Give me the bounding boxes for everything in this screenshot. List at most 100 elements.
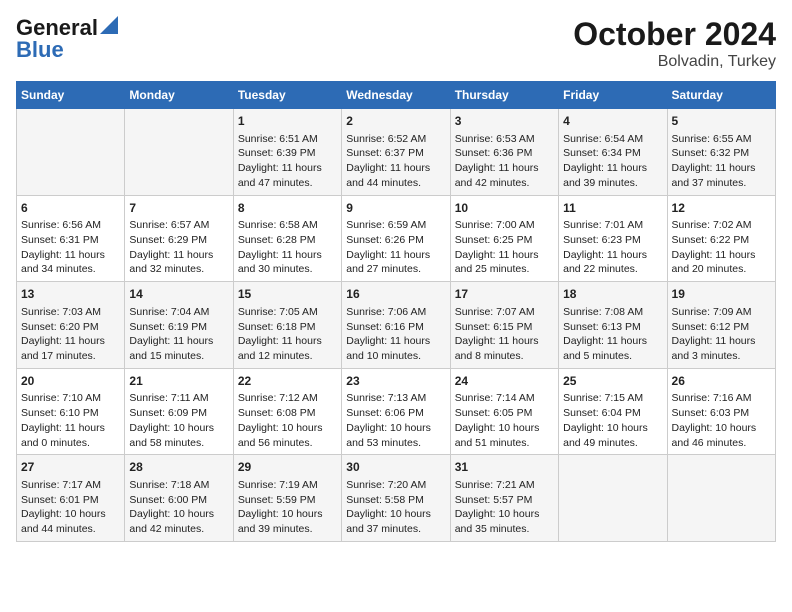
location-title: Bolvadin, Turkey (573, 53, 776, 71)
day-number: 22 (238, 373, 337, 390)
calendar-cell: 4 Sunrise: 6:54 AMSunset: 6:34 PMDaylight… (559, 109, 667, 196)
calendar-cell: 5 Sunrise: 6:55 AMSunset: 6:32 PMDaylight… (667, 109, 775, 196)
calendar-cell: 20Sunrise: 7:10 AMSunset: 6:10 PMDayligh… (17, 368, 125, 455)
header-saturday: Saturday (667, 82, 775, 109)
day-number: 5 (672, 113, 771, 130)
header-thursday: Thursday (450, 82, 558, 109)
calendar-week-row: 13Sunrise: 7:03 AMSunset: 6:20 PMDayligh… (17, 282, 776, 369)
calendar-cell: 12Sunrise: 7:02 AMSunset: 6:22 PMDayligh… (667, 195, 775, 282)
day-number: 7 (129, 200, 228, 217)
day-info: Sunrise: 7:16 AMSunset: 6:03 PMDaylight:… (672, 391, 771, 450)
day-info: Sunrise: 7:11 AMSunset: 6:09 PMDaylight:… (129, 391, 228, 450)
day-number: 2 (346, 113, 445, 130)
day-info: Sunrise: 6:56 AMSunset: 6:31 PMDaylight:… (21, 218, 120, 277)
day-info: Sunrise: 7:15 AMSunset: 6:04 PMDaylight:… (563, 391, 662, 450)
day-number: 19 (672, 286, 771, 303)
day-number: 23 (346, 373, 445, 390)
calendar-cell: 1Sunrise: 6:51 AMSunset: 6:39 PMDaylight… (233, 109, 341, 196)
calendar-cell: 30 Sunrise: 7:20 AMSunset: 5:58 PMDayligh… (342, 455, 450, 542)
day-info: Sunrise: 7:07 AMSunset: 6:15 PMDaylight:… (455, 305, 554, 364)
day-number: 13 (21, 286, 120, 303)
calendar-header: Sunday Monday Tuesday Wednesday Thursday… (17, 82, 776, 109)
calendar-week-row: 20Sunrise: 7:10 AMSunset: 6:10 PMDayligh… (17, 368, 776, 455)
title-block: October 2024 Bolvadin, Turkey (573, 16, 776, 71)
header-row: Sunday Monday Tuesday Wednesday Thursday… (17, 82, 776, 109)
calendar-cell: 3 Sunrise: 6:53 AMSunset: 6:36 PMDaylight… (450, 109, 558, 196)
day-number: 16 (346, 286, 445, 303)
calendar-cell: 18Sunrise: 7:08 AMSunset: 6:13 PMDayligh… (559, 282, 667, 369)
calendar-week-row: 6Sunrise: 6:56 AMSunset: 6:31 PMDaylight… (17, 195, 776, 282)
day-number: 31 (455, 459, 554, 476)
day-number: 26 (672, 373, 771, 390)
calendar-cell: 6Sunrise: 6:56 AMSunset: 6:31 PMDaylight… (17, 195, 125, 282)
calendar-cell: 27Sunrise: 7:17 AMSunset: 6:01 PMDayligh… (17, 455, 125, 542)
day-number: 9 (346, 200, 445, 217)
day-number: 3 (455, 113, 554, 130)
header-tuesday: Tuesday (233, 82, 341, 109)
day-info: Sunrise: 6:55 AMSunset: 6:32 PMDaylight:… (672, 132, 771, 191)
calendar-cell: 14Sunrise: 7:04 AMSunset: 6:19 PMDayligh… (125, 282, 233, 369)
header-monday: Monday (125, 82, 233, 109)
day-number: 11 (563, 200, 662, 217)
day-info: Sunrise: 7:00 AMSunset: 6:25 PMDaylight:… (455, 218, 554, 277)
calendar-cell: 31 Sunrise: 7:21 AMSunset: 5:57 PMDayligh… (450, 455, 558, 542)
calendar-cell (667, 455, 775, 542)
calendar-cell: 19 Sunrise: 7:09 AMSunset: 6:12 PMDayligh… (667, 282, 775, 369)
day-info: Sunrise: 6:54 AMSunset: 6:34 PMDaylight:… (563, 132, 662, 191)
day-info: Sunrise: 6:58 AMSunset: 6:28 PMDaylight:… (238, 218, 337, 277)
calendar-cell: 24Sunrise: 7:14 AMSunset: 6:05 PMDayligh… (450, 368, 558, 455)
day-info: Sunrise: 7:01 AMSunset: 6:23 PMDaylight:… (563, 218, 662, 277)
calendar-cell (125, 109, 233, 196)
calendar-cell: 26Sunrise: 7:16 AMSunset: 6:03 PMDayligh… (667, 368, 775, 455)
header-friday: Friday (559, 82, 667, 109)
day-info: Sunrise: 7:18 AMSunset: 6:00 PMDaylight:… (129, 478, 228, 537)
day-number: 30 (346, 459, 445, 476)
day-info: Sunrise: 7:05 AMSunset: 6:18 PMDaylight:… (238, 305, 337, 364)
calendar-body: 1Sunrise: 6:51 AMSunset: 6:39 PMDaylight… (17, 109, 776, 542)
day-number: 18 (563, 286, 662, 303)
calendar-cell: 23Sunrise: 7:13 AMSunset: 6:06 PMDayligh… (342, 368, 450, 455)
day-info: Sunrise: 7:06 AMSunset: 6:16 PMDaylight:… (346, 305, 445, 364)
calendar-cell (559, 455, 667, 542)
day-info: Sunrise: 7:21 AMSunset: 5:57 PMDaylight:… (455, 478, 554, 537)
day-info: Sunrise: 7:09 AMSunset: 6:12 PMDaylight:… (672, 305, 771, 364)
calendar-cell (17, 109, 125, 196)
logo-blue-text: Blue (16, 37, 64, 62)
calendar-cell: 7Sunrise: 6:57 AMSunset: 6:29 PMDaylight… (125, 195, 233, 282)
calendar-cell: 16 Sunrise: 7:06 AMSunset: 6:16 PMDayligh… (342, 282, 450, 369)
day-number: 1 (238, 113, 337, 130)
day-number: 8 (238, 200, 337, 217)
calendar-cell: 25Sunrise: 7:15 AMSunset: 6:04 PMDayligh… (559, 368, 667, 455)
logo-general-text: General (16, 17, 98, 39)
day-number: 28 (129, 459, 228, 476)
day-number: 17 (455, 286, 554, 303)
calendar-cell: 2Sunrise: 6:52 AMSunset: 6:37 PMDaylight… (342, 109, 450, 196)
calendar-cell: 8Sunrise: 6:58 AMSunset: 6:28 PMDaylight… (233, 195, 341, 282)
day-number: 12 (672, 200, 771, 217)
day-number: 10 (455, 200, 554, 217)
day-info: Sunrise: 7:19 AMSunset: 5:59 PMDaylight:… (238, 478, 337, 537)
day-info: Sunrise: 7:20 AMSunset: 5:58 PMDaylight:… (346, 478, 445, 537)
day-number: 20 (21, 373, 120, 390)
calendar-cell: 9Sunrise: 6:59 AMSunset: 6:26 PMDaylight… (342, 195, 450, 282)
day-number: 4 (563, 113, 662, 130)
day-info: Sunrise: 7:10 AMSunset: 6:10 PMDaylight:… (21, 391, 120, 450)
day-number: 25 (563, 373, 662, 390)
day-number: 6 (21, 200, 120, 217)
day-number: 24 (455, 373, 554, 390)
day-info: Sunrise: 7:17 AMSunset: 6:01 PMDaylight:… (21, 478, 120, 537)
day-number: 29 (238, 459, 337, 476)
calendar-cell: 17 Sunrise: 7:07 AMSunset: 6:15 PMDayligh… (450, 282, 558, 369)
day-info: Sunrise: 6:59 AMSunset: 6:26 PMDaylight:… (346, 218, 445, 277)
logo-triangle-icon (100, 16, 118, 34)
header-wednesday: Wednesday (342, 82, 450, 109)
day-info: Sunrise: 6:53 AMSunset: 6:36 PMDaylight:… (455, 132, 554, 191)
day-info: Sunrise: 7:04 AMSunset: 6:19 PMDaylight:… (129, 305, 228, 364)
calendar-cell: 13Sunrise: 7:03 AMSunset: 6:20 PMDayligh… (17, 282, 125, 369)
calendar-cell: 22Sunrise: 7:12 AMSunset: 6:08 PMDayligh… (233, 368, 341, 455)
calendar-week-row: 27Sunrise: 7:17 AMSunset: 6:01 PMDayligh… (17, 455, 776, 542)
day-info: Sunrise: 7:12 AMSunset: 6:08 PMDaylight:… (238, 391, 337, 450)
calendar-cell: 28 Sunrise: 7:18 AMSunset: 6:00 PMDayligh… (125, 455, 233, 542)
day-info: Sunrise: 6:57 AMSunset: 6:29 PMDaylight:… (129, 218, 228, 277)
calendar-table: Sunday Monday Tuesday Wednesday Thursday… (16, 81, 776, 542)
